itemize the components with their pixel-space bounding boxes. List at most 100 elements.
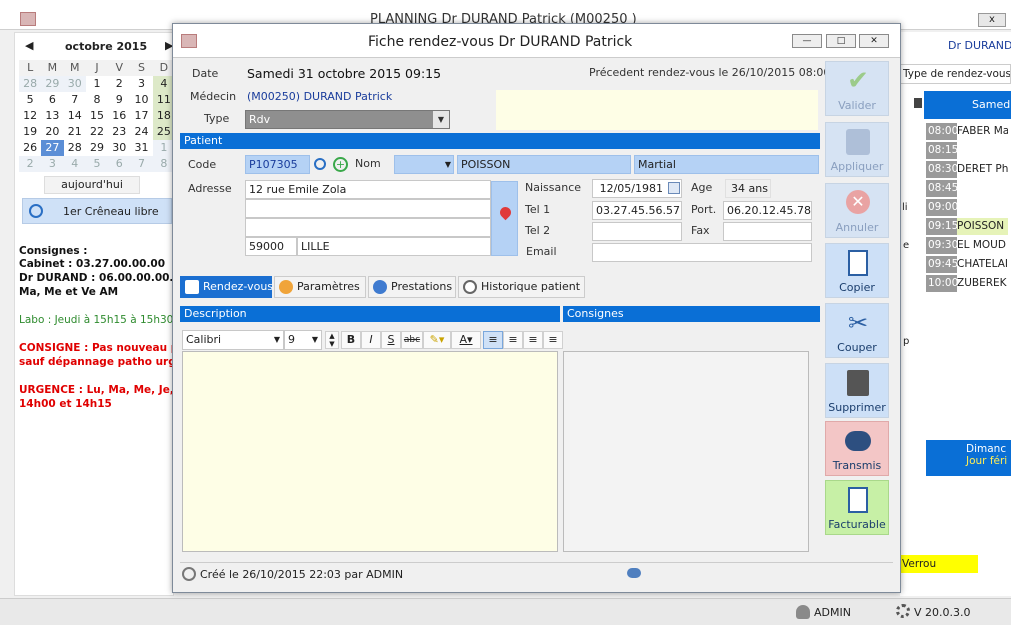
calendar-day[interactable]: 29 (41, 76, 64, 92)
zip-field[interactable]: 59000 (245, 237, 297, 256)
type-select[interactable]: Rdv ▼ (245, 110, 450, 129)
calendar-day[interactable]: 5 (19, 92, 41, 108)
calendar-day[interactable]: 28 (19, 76, 42, 92)
prev-month-arrow-icon[interactable]: ◀ (25, 39, 33, 52)
today-button[interactable]: aujourd'hui (44, 176, 140, 194)
align-left-icon[interactable]: ≡ (483, 331, 503, 349)
tel2-field[interactable] (592, 222, 682, 241)
cut-button[interactable]: ✂ Couper (825, 303, 889, 358)
copy-button[interactable]: Copier (825, 243, 889, 298)
calendar-day[interactable]: 28 (64, 140, 86, 156)
calendar-day[interactable]: 9 (108, 92, 130, 108)
calendar-day[interactable]: 2 (108, 76, 130, 92)
tab-rendez-vous[interactable]: Rendez-vous (180, 276, 273, 298)
slot-row[interactable]: 10:00ZUBEREK (926, 275, 1008, 292)
description-editor[interactable] (182, 351, 558, 552)
calendar-day[interactable]: 12 (19, 108, 41, 124)
transmit-button[interactable]: Transmis (825, 421, 889, 476)
calendar-day[interactable]: 19 (19, 124, 41, 140)
calendar-day[interactable]: 2 (19, 156, 42, 172)
close-icon[interactable]: ✕ (859, 34, 889, 48)
address-line-2[interactable] (245, 199, 491, 218)
calendar-day[interactable]: 4 (63, 156, 86, 172)
search-icon[interactable] (314, 158, 326, 170)
calendar-picker-icon[interactable] (668, 182, 680, 194)
align-right-icon[interactable]: ≡ (523, 331, 543, 349)
calendar-day[interactable]: 6 (108, 156, 131, 172)
calendar-day[interactable]: 3 (130, 76, 152, 92)
calendar-day[interactable]: 6 (41, 92, 63, 108)
calendar-day[interactable]: 30 (108, 140, 130, 156)
calendar-day[interactable]: 30 (63, 76, 86, 92)
calendar-day[interactable]: 22 (86, 124, 108, 140)
italic-icon[interactable]: I (361, 331, 381, 349)
slot-row[interactable]: 09:45CHATELAI (926, 256, 1008, 273)
calendar-day[interactable]: 15 (86, 108, 108, 124)
firstname-field[interactable]: Martial (634, 155, 819, 174)
port-field[interactable]: 06.20.12.45.78 (723, 201, 812, 220)
calendar-day[interactable]: 26 (19, 140, 41, 156)
maximize-icon[interactable]: □ (826, 34, 856, 48)
tel1-field[interactable]: 03.27.45.56.57 (592, 201, 682, 220)
delete-button[interactable]: Supprimer (825, 363, 889, 418)
calendar-day[interactable]: 29 (86, 140, 108, 156)
tab-prestations[interactable]: Prestations (368, 276, 456, 298)
chat-icon[interactable] (627, 568, 641, 578)
consignes-editor[interactable] (563, 351, 809, 552)
highlight-color-icon[interactable]: ✎▾ (423, 331, 451, 349)
font-size-spin[interactable]: ▲ ▼ (325, 331, 339, 349)
map-button[interactable] (491, 181, 518, 256)
fax-field[interactable] (723, 222, 812, 241)
strikethrough-icon[interactable]: abc (401, 331, 423, 349)
font-color-icon[interactable]: A▾ (451, 331, 481, 349)
calendar-day[interactable]: 17 (130, 108, 152, 124)
calendar-day[interactable]: 23 (108, 124, 130, 140)
code-field[interactable]: P107305 (245, 155, 310, 174)
slot-row[interactable]: 08:15 (926, 142, 1008, 159)
calendar-day[interactable]: 1 (86, 76, 108, 92)
underline-icon[interactable]: S (381, 331, 401, 349)
appointment-type-filter[interactable]: Type de rendez-vous (900, 64, 1011, 84)
slot-row[interactable]: 08:00FABER Ma (926, 123, 1008, 140)
apply-button[interactable]: Appliquer (825, 122, 889, 177)
font-family-select[interactable]: Calibri ▼ (182, 330, 284, 350)
calendar-day[interactable]: 20 (41, 124, 63, 140)
align-center-icon[interactable]: ≡ (503, 331, 523, 349)
civility-select[interactable]: ▼ (394, 155, 454, 174)
calendar-day[interactable]: 13 (41, 108, 63, 124)
cancel-button[interactable]: ✕ Annuler (825, 183, 889, 238)
email-field[interactable] (592, 243, 812, 262)
app-close-button[interactable]: x (978, 13, 1006, 27)
slot-row[interactable]: 08:30DERET Ph (926, 161, 1008, 178)
address-line-3[interactable] (245, 218, 491, 237)
calendar-day-selected[interactable]: 27 (41, 140, 64, 156)
calendar-day[interactable]: 24 (130, 124, 152, 140)
slot-row[interactable]: 08:45 (926, 180, 1008, 197)
calendar-day[interactable]: 7 (64, 92, 86, 108)
lock-label[interactable]: Verrou (900, 555, 978, 573)
tab-parametres[interactable]: Paramètres (274, 276, 366, 298)
calendar-day[interactable]: 31 (130, 140, 152, 156)
calendar-day[interactable]: 16 (108, 108, 130, 124)
slot-row-selected[interactable]: 09:15POISSON (926, 218, 1008, 235)
slot-row[interactable]: 09:30EL MOUD (926, 237, 1008, 254)
add-circle-icon[interactable]: + (333, 157, 348, 172)
bold-icon[interactable]: B (341, 331, 361, 349)
slot-row[interactable]: 09:00 (926, 199, 1008, 216)
validate-button[interactable]: ✔ Valider (825, 61, 889, 116)
calendar-day[interactable]: 7 (130, 156, 153, 172)
calendar-day[interactable]: 5 (85, 156, 109, 172)
calendar-day[interactable]: 3 (41, 156, 64, 172)
billable-button[interactable]: Facturable (825, 480, 889, 535)
calendar-day[interactable]: 21 (64, 124, 86, 140)
calendar-day[interactable]: 10 (130, 92, 152, 108)
tab-historique[interactable]: Historique patient (458, 276, 585, 298)
align-justify-icon[interactable]: ≡ (543, 331, 563, 349)
city-field[interactable]: LILLE (297, 237, 491, 256)
font-size-select[interactable]: 9 ▼ (284, 330, 322, 350)
calendar-day[interactable]: 14 (64, 108, 86, 124)
calendar-day[interactable]: 8 (86, 92, 108, 108)
first-free-slot-button[interactable]: 1er Crêneau libre (22, 198, 172, 224)
address-line-1[interactable]: 12 rue Emile Zola (245, 180, 491, 199)
lastname-field[interactable]: POISSON (457, 155, 631, 174)
